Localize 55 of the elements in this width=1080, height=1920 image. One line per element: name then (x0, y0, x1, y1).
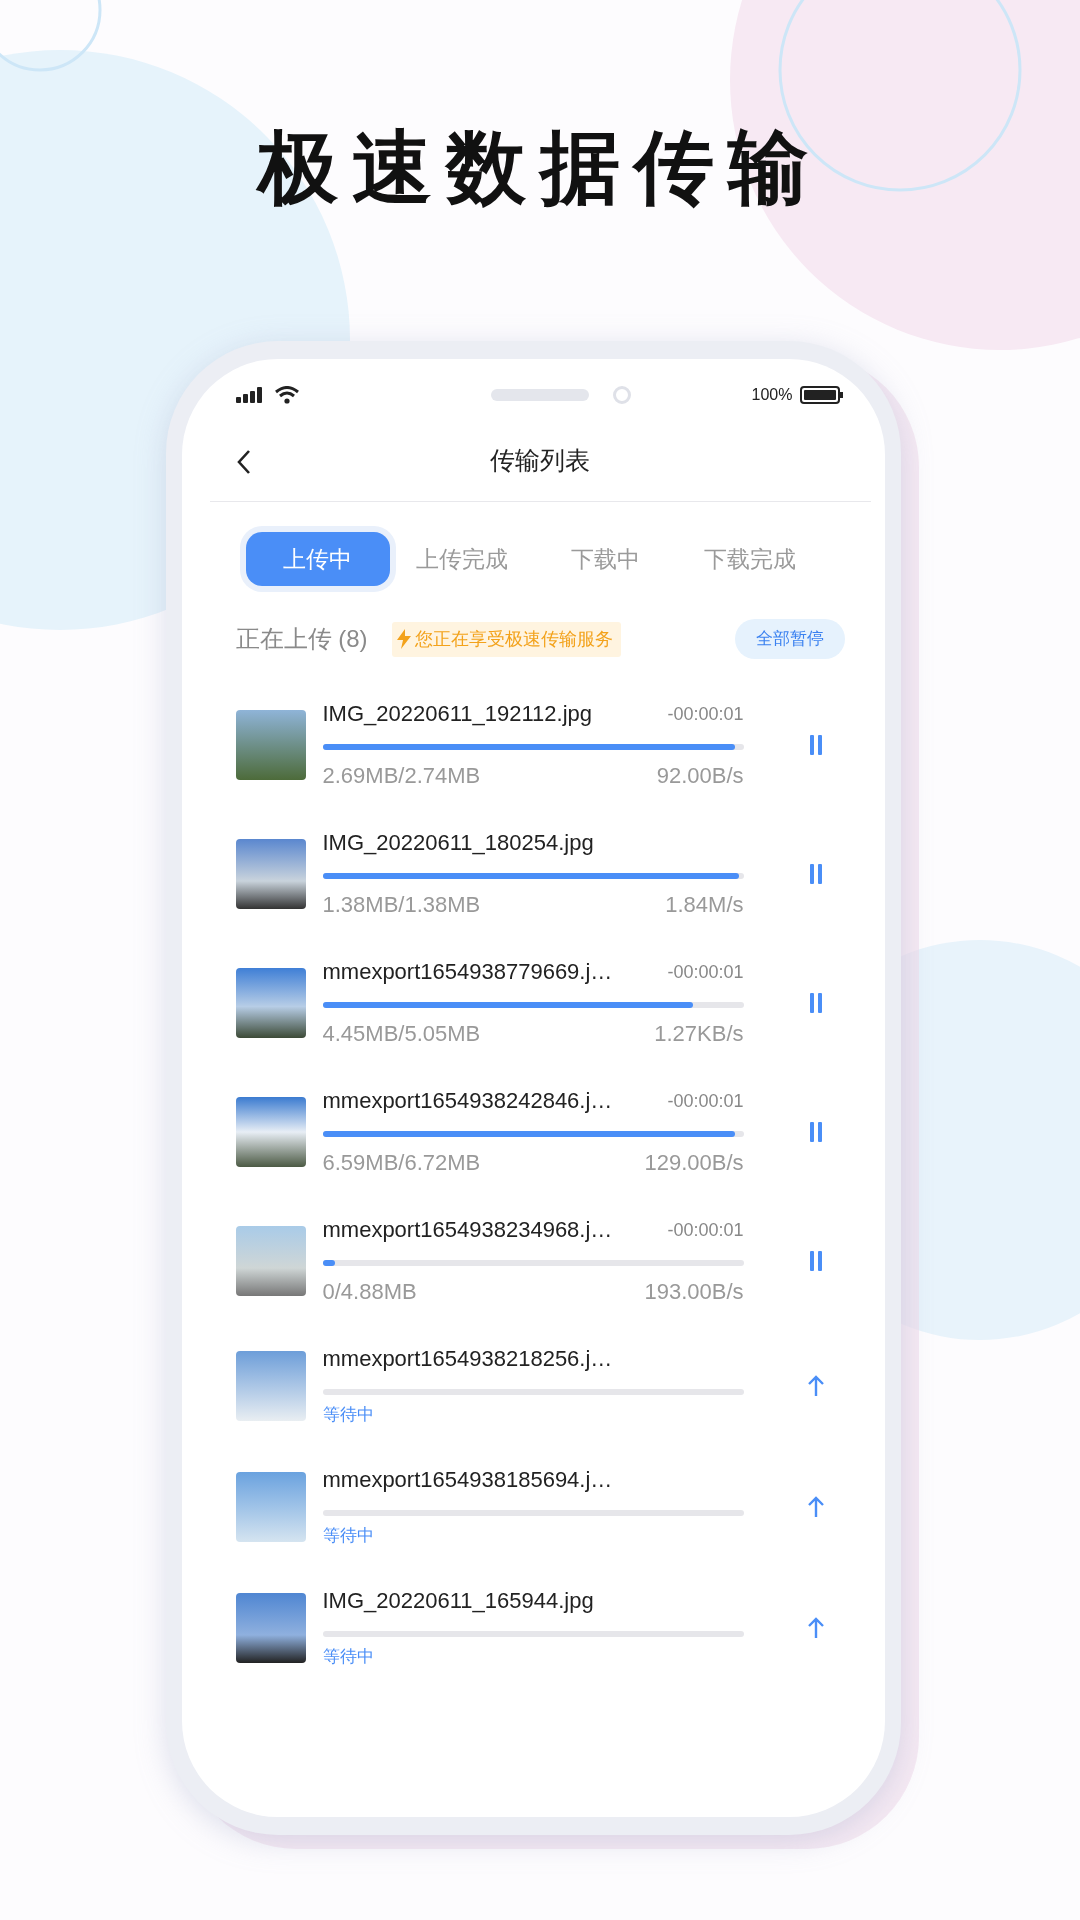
battery-icon (800, 386, 845, 404)
section-title: 正在上传 (8) (235, 624, 368, 654)
transfer-speed: 1.84M/s (665, 891, 744, 919)
transfer-speed: 92.00B/s (656, 762, 744, 790)
file-name: mmexport1654938242846.j… (322, 1087, 613, 1115)
pause-icon[interactable] (809, 993, 822, 1013)
waiting-status: 等待中 (322, 1647, 374, 1666)
upload-arrow-icon[interactable] (806, 1375, 825, 1397)
pause-icon[interactable] (809, 1122, 822, 1142)
pause-icon[interactable] (809, 864, 822, 884)
transfer-size: 0/4.88MB (322, 1278, 417, 1306)
time-remaining: -00:00:01 (667, 702, 744, 726)
upload-arrow-icon[interactable] (806, 1496, 825, 1518)
file-name: IMG_20220611_165944.jpg (322, 1587, 594, 1615)
promo-text: 您正在享受极速传输服务 (414, 627, 613, 651)
time-remaining: -00:00:01 (667, 1218, 744, 1242)
file-name: mmexport1654938218256.j… (322, 1345, 613, 1373)
headline: 极速数据传输 (258, 128, 822, 208)
wifi-icon (273, 386, 300, 404)
transfer-size: 6.59MB/6.72MB (322, 1149, 481, 1177)
pause-icon[interactable] (809, 1251, 822, 1271)
transfer-speed: 1.27KB/s (654, 1020, 744, 1048)
photo-placeholder (235, 1097, 306, 1167)
transfer-size: 2.69MB/2.74MB (322, 762, 481, 790)
photo-placeholder (235, 1472, 306, 1542)
photo-placeholder (235, 1226, 306, 1296)
file-name: mmexport1654938779669.j… (322, 958, 613, 986)
time-remaining: -00:00:01 (667, 1089, 744, 1113)
tab[interactable]: 上传完成 (389, 532, 534, 586)
photo-placeholder (235, 710, 306, 780)
transfer-speed: 129.00B/s (644, 1149, 744, 1177)
upload-arrow-icon[interactable] (806, 1617, 825, 1639)
photo-placeholder (235, 839, 306, 909)
photo-placeholder (235, 1593, 306, 1663)
pause-all-button[interactable]: 全部暂停 (734, 619, 845, 659)
waiting-status: 等待中 (322, 1526, 374, 1545)
tab[interactable]: 下载完成 (677, 532, 822, 586)
battery-percentage: 100% (751, 385, 793, 405)
time-remaining: -00:00:01 (667, 960, 744, 984)
file-name: IMG_20220611_180254.jpg (322, 829, 594, 857)
back-icon[interactable] (235, 449, 252, 475)
transfer-speed: 193.00B/s (644, 1278, 744, 1306)
camera-dot (612, 386, 631, 404)
pause-icon[interactable] (809, 735, 822, 755)
photo-placeholder (235, 968, 306, 1038)
lightning-icon (395, 629, 412, 649)
transfer-size: 4.45MB/5.05MB (322, 1020, 481, 1048)
file-name: IMG_20220611_192112.jpg (322, 700, 593, 728)
waiting-status: 等待中 (322, 1405, 374, 1424)
tab[interactable]: 下载中 (533, 532, 678, 586)
transfer-size: 1.38MB/1.38MB (322, 891, 481, 919)
photo-placeholder (235, 1351, 306, 1421)
page-title: 传输列表 (490, 445, 590, 477)
file-name: mmexport1654938185694.j… (322, 1466, 613, 1494)
file-name: mmexport1654938234968.j… (322, 1216, 613, 1244)
